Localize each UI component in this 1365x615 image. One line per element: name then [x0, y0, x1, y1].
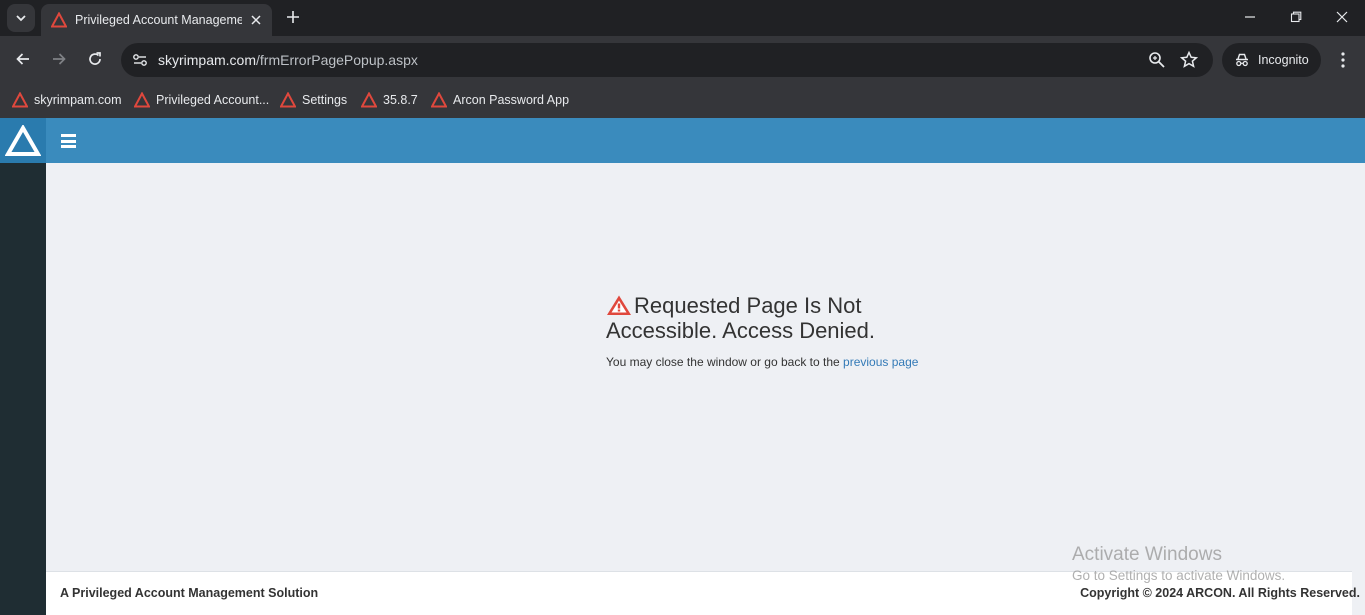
- hamburger-icon: [61, 139, 76, 143]
- url-path: /frmErrorPagePopup.aspx: [256, 52, 418, 68]
- minimize-button[interactable]: [1227, 0, 1273, 34]
- watermark-title: Activate Windows: [1072, 544, 1222, 565]
- restore-button[interactable]: [1273, 0, 1319, 34]
- activate-windows-watermark: Activate Windows Go to Settings to activ…: [1072, 544, 1285, 583]
- address-bar[interactable]: skyrimpam.com/frmErrorPagePopup.aspx: [121, 43, 1213, 77]
- zoom-icon[interactable]: [1147, 50, 1167, 70]
- arrow-left-icon: [16, 53, 29, 65]
- bookmark-item[interactable]: Privileged Account...: [134, 89, 269, 111]
- new-tab-icon[interactable]: [283, 7, 303, 27]
- bookmark-item[interactable]: skyrimpam.com: [12, 89, 122, 111]
- app-header: [0, 118, 1365, 163]
- arcon-favicon-icon: [51, 12, 67, 28]
- bookmark-label: Privileged Account...: [156, 93, 270, 107]
- tab-strip: Privileged Account Management: [0, 0, 1365, 36]
- close-window-icon: [1336, 11, 1348, 23]
- reload-icon: [89, 52, 101, 65]
- reload-button[interactable]: [82, 46, 108, 72]
- incognito-indicator[interactable]: Incognito: [1222, 43, 1321, 77]
- bookmark-label: Settings: [302, 93, 348, 107]
- arcon-favicon-icon: [12, 92, 28, 108]
- arcon-logo-icon: [5, 124, 41, 156]
- hamburger-icon: [61, 134, 76, 137]
- bookmark-item[interactable]: Settings: [280, 89, 347, 111]
- close-window-button[interactable]: [1319, 0, 1365, 34]
- warning-icon: [607, 295, 631, 315]
- browser-tab[interactable]: Privileged Account Management: [41, 4, 272, 36]
- restore-icon: [1290, 11, 1302, 23]
- arcon-favicon-icon: [431, 92, 447, 108]
- incognito-icon: [1236, 53, 1248, 67]
- error-title: Requested Page Is Not Accessible. Access…: [606, 293, 876, 343]
- bookmarks-bar: skyrimpam.com Privileged Account... Sett…: [0, 82, 1365, 118]
- watermark-subtitle: Go to Settings to activate Windows.: [1072, 568, 1286, 583]
- error-panel: Requested Page Is Not Accessible. Access…: [606, 293, 926, 369]
- tab-search-button[interactable]: [7, 4, 35, 32]
- incognito-label: Incognito: [1258, 53, 1309, 67]
- forward-button[interactable]: [46, 46, 72, 72]
- footer-copyright: Copyright © 2024 ARCON. All Rights Reser…: [1080, 586, 1360, 600]
- more-options-icon[interactable]: [1333, 50, 1353, 70]
- url-text: skyrimpam.com/frmErrorPagePopup.aspx: [158, 52, 418, 68]
- arcon-favicon-icon: [280, 92, 296, 108]
- site-info-icon[interactable]: [130, 50, 150, 70]
- error-message-text: You may close the window or go back to t…: [606, 355, 844, 369]
- url-domain: skyrimpam.com: [158, 52, 257, 68]
- star-icon[interactable]: [1179, 50, 1199, 70]
- previous-page-link[interactable]: previous page: [843, 355, 918, 369]
- page-scrollbar[interactable]: [1352, 163, 1365, 615]
- side-navigation: [0, 163, 46, 615]
- error-heading: Requested Page Is Not Accessible. Access…: [606, 293, 926, 343]
- arrow-right-icon: [53, 53, 66, 65]
- web-page: Requested Page Is Not Accessible. Access…: [0, 118, 1365, 615]
- footer-tagline: A Privileged Account Management Solution: [60, 586, 319, 600]
- chevron-down-icon: [16, 15, 26, 22]
- error-message: You may close the window or go back to t…: [606, 355, 926, 369]
- back-button[interactable]: [10, 46, 36, 72]
- main-content: Requested Page Is Not Accessible. Access…: [46, 163, 1352, 571]
- arcon-favicon-icon: [134, 92, 150, 108]
- hamburger-icon: [61, 145, 76, 148]
- close-icon[interactable]: [248, 12, 264, 28]
- arcon-logo[interactable]: [0, 118, 46, 163]
- minimize-icon: [1245, 16, 1255, 18]
- bookmark-item[interactable]: Arcon Password App: [431, 89, 569, 111]
- bookmark-label: 35.8.7: [383, 93, 418, 107]
- menu-toggle-button[interactable]: [61, 134, 76, 148]
- arcon-favicon-icon: [361, 92, 377, 108]
- bookmark-label: Arcon Password App: [453, 93, 570, 107]
- bookmark-label: skyrimpam.com: [34, 93, 122, 107]
- tab-title: Privileged Account Management: [75, 13, 242, 27]
- bookmark-item[interactable]: 35.8.7: [361, 89, 418, 111]
